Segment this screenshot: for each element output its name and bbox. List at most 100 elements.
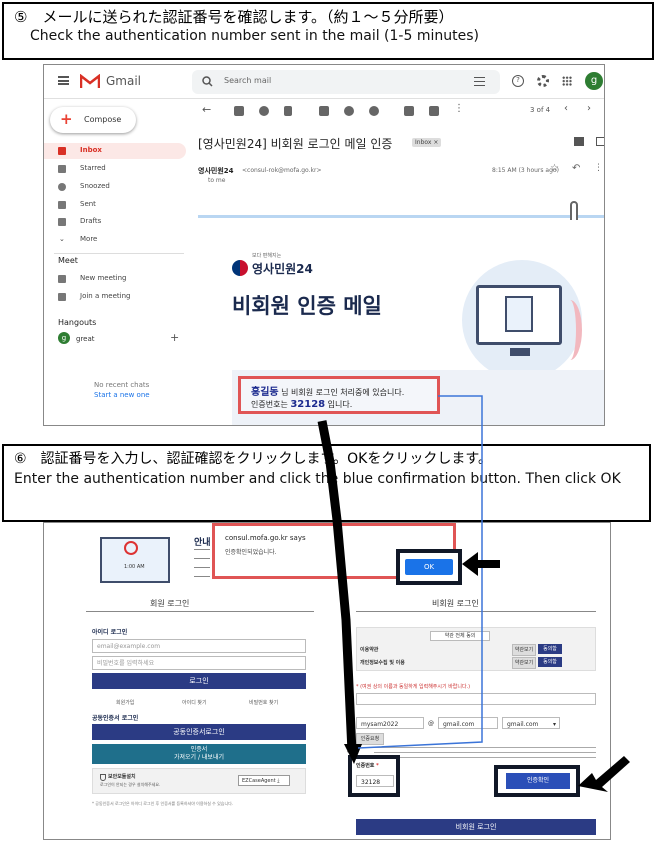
task-icon[interactable] [369,106,379,116]
cert-import-line2: 가져오기 / 내보내기 [174,754,224,761]
filter-icon[interactable] [474,77,485,86]
auth-label-text: 인증번호 [356,763,375,769]
email-id-field[interactable]: mysam2022 [356,717,424,729]
line1-text: 님 비회원 로그인 처리중에 있습니다. [278,388,405,397]
keyboard-icon [58,293,66,301]
reply-icon[interactable]: ↶ [572,163,580,174]
nonmember-login-button[interactable]: 비회원 로그인 [356,819,596,835]
hangouts-user[interactable]: great [76,335,95,343]
user-name: 홍길동 [251,387,279,398]
sidebar-item-drafts[interactable]: Drafts [58,217,188,231]
move-icon[interactable] [404,106,414,116]
monitor-stand [510,348,530,356]
banner-title: 비회원 인증 메일 [232,294,382,318]
term2-agree[interactable]: 동의함 [538,657,562,667]
security-desc: 로그인이 안되는 경우 설치해주세요. [100,782,161,787]
link-find-password[interactable]: 비밀번호 찾기 [249,699,278,706]
sidebar-item-inbox-row[interactable]: Inbox [58,146,188,160]
label-icon[interactable] [429,106,439,116]
compose-button[interactable]: + Compose [50,107,136,133]
password-field[interactable]: 비밀번호를 입력하세요 [92,656,306,670]
step5-caption: ⑤ メールに送られた認証番号を確認します。（約１～５分所要） Check the… [2,2,654,60]
email-time: 8:15 AM (3 hours ago) [492,167,559,174]
gmail-window: Gmail Search mail ? g + Compose Inbox St… [43,64,605,426]
ok-button[interactable]: OK [405,559,453,575]
hangouts-title: Hangouts [58,318,97,327]
avatar[interactable]: g [585,72,603,90]
auth-confirm-button[interactable]: 인증확인 [506,773,570,789]
help-icon[interactable]: ? [512,75,524,87]
link-signup[interactable]: 회원가입 [116,699,134,706]
send-code-button[interactable]: 인증요청 [356,733,384,745]
term2-view[interactable]: 약관보기 [512,657,536,669]
print-icon[interactable] [574,137,584,146]
step6-caption: ⑥ 認証番号を入力し、認証確認をクリックします。OKをクリックします。 Ente… [2,444,651,522]
sender-email: <consul-rok@mofa.go.kr> [242,167,322,174]
compose-label: Compose [84,115,122,124]
cert-import-button[interactable]: 인증서 가져오기 / 내보내기 [92,744,306,764]
delete-icon[interactable] [284,106,292,116]
open-icon[interactable] [596,137,604,146]
email-divider [198,215,604,218]
new-meeting[interactable]: New meeting [58,274,188,288]
recipient[interactable]: to me [208,177,225,184]
next-icon[interactable]: › [587,103,591,114]
more-label: More [80,235,98,243]
start-new-link[interactable]: Start a new one [94,391,150,399]
inbox-label: Inbox [80,146,102,154]
auth-code-line2: 인증번호는 32128 입니다. [251,399,352,410]
name-note: * (여권 상의 이름과 동일하게 입력해주시기 바랍니다.) [356,684,471,690]
nonmember-login-tab[interactable]: 비회원 로그인 [432,598,479,609]
link-find-id[interactable]: 아이디 찾기 [182,699,207,706]
member-login-tab[interactable]: 회원 로그인 [150,598,189,609]
search-bar[interactable]: Search mail [192,70,500,94]
term1-view[interactable]: 약관보기 [512,644,536,656]
domain-select-label: gmail.com [507,721,539,728]
sidebar-item-snoozed[interactable]: Snoozed [58,182,188,196]
term1-agree[interactable]: 동의함 [538,644,562,654]
clock-icon[interactable] [344,106,354,116]
join-meeting-label: Join a meeting [80,292,131,300]
login-button[interactable]: 로그인 [92,673,306,689]
instruction-lines [374,747,596,759]
meet-title: Meet [58,256,78,265]
email-domain-select[interactable]: gmail.com ▾ [502,717,560,729]
inbox-badge[interactable]: Inbox × [412,138,442,147]
settings-icon[interactable] [537,75,549,87]
gmail-app-name: Gmail [106,74,142,88]
report-icon[interactable] [259,106,269,116]
sidebar-item-starred[interactable]: Starred [58,164,188,178]
download-icon: ⤓ [277,778,280,784]
auth-required: * [376,763,379,769]
dropdown-icon: ▾ [552,721,556,728]
cert-login-button[interactable]: 공동인증서로그인 [92,724,306,740]
mail-icon[interactable] [319,106,329,116]
monitor-icon [476,285,562,345]
add-chat-icon[interactable]: + [170,331,179,344]
id-login-title: 아이디 로그인 [92,629,128,636]
more-icon[interactable]: ⋮ [594,163,603,173]
back-icon[interactable]: ← [202,103,211,116]
sidebar-item-sent[interactable]: Sent [58,200,188,214]
terms-all-button[interactable]: 약관 전체 동의 [430,631,490,641]
search-input[interactable]: Search mail [224,76,271,85]
email-domain-field[interactable]: gmail.com [438,717,498,729]
email-subject: [영사민원24] 비회원 로그인 메일 인증 [198,137,393,151]
name-field[interactable] [356,693,596,705]
sidebar-item-more[interactable]: ⌄ More [58,235,188,249]
at-sign: @ [428,720,434,727]
search-icon[interactable] [202,76,213,87]
auth-code-field[interactable]: 32128 [356,775,394,787]
join-meeting[interactable]: Join a meeting [58,292,188,306]
auth-code-line1: 홍길동 님 비회원 로그인 처리중에 있습니다. [251,383,404,398]
prev-icon[interactable]: ‹ [564,103,568,114]
apps-icon[interactable] [562,76,572,86]
more-icon[interactable]: ⋮ [454,103,464,114]
hangouts-avatar[interactable]: g [58,332,70,344]
ezcase-button[interactable]: EZCaseAgent ⤓ [238,775,290,786]
guide-circle [124,541,138,555]
archive-icon[interactable] [234,106,244,116]
star-icon[interactable]: ☆ [550,163,559,174]
email-field[interactable]: email@example.com [92,639,306,653]
hamburger-icon[interactable] [58,76,69,85]
